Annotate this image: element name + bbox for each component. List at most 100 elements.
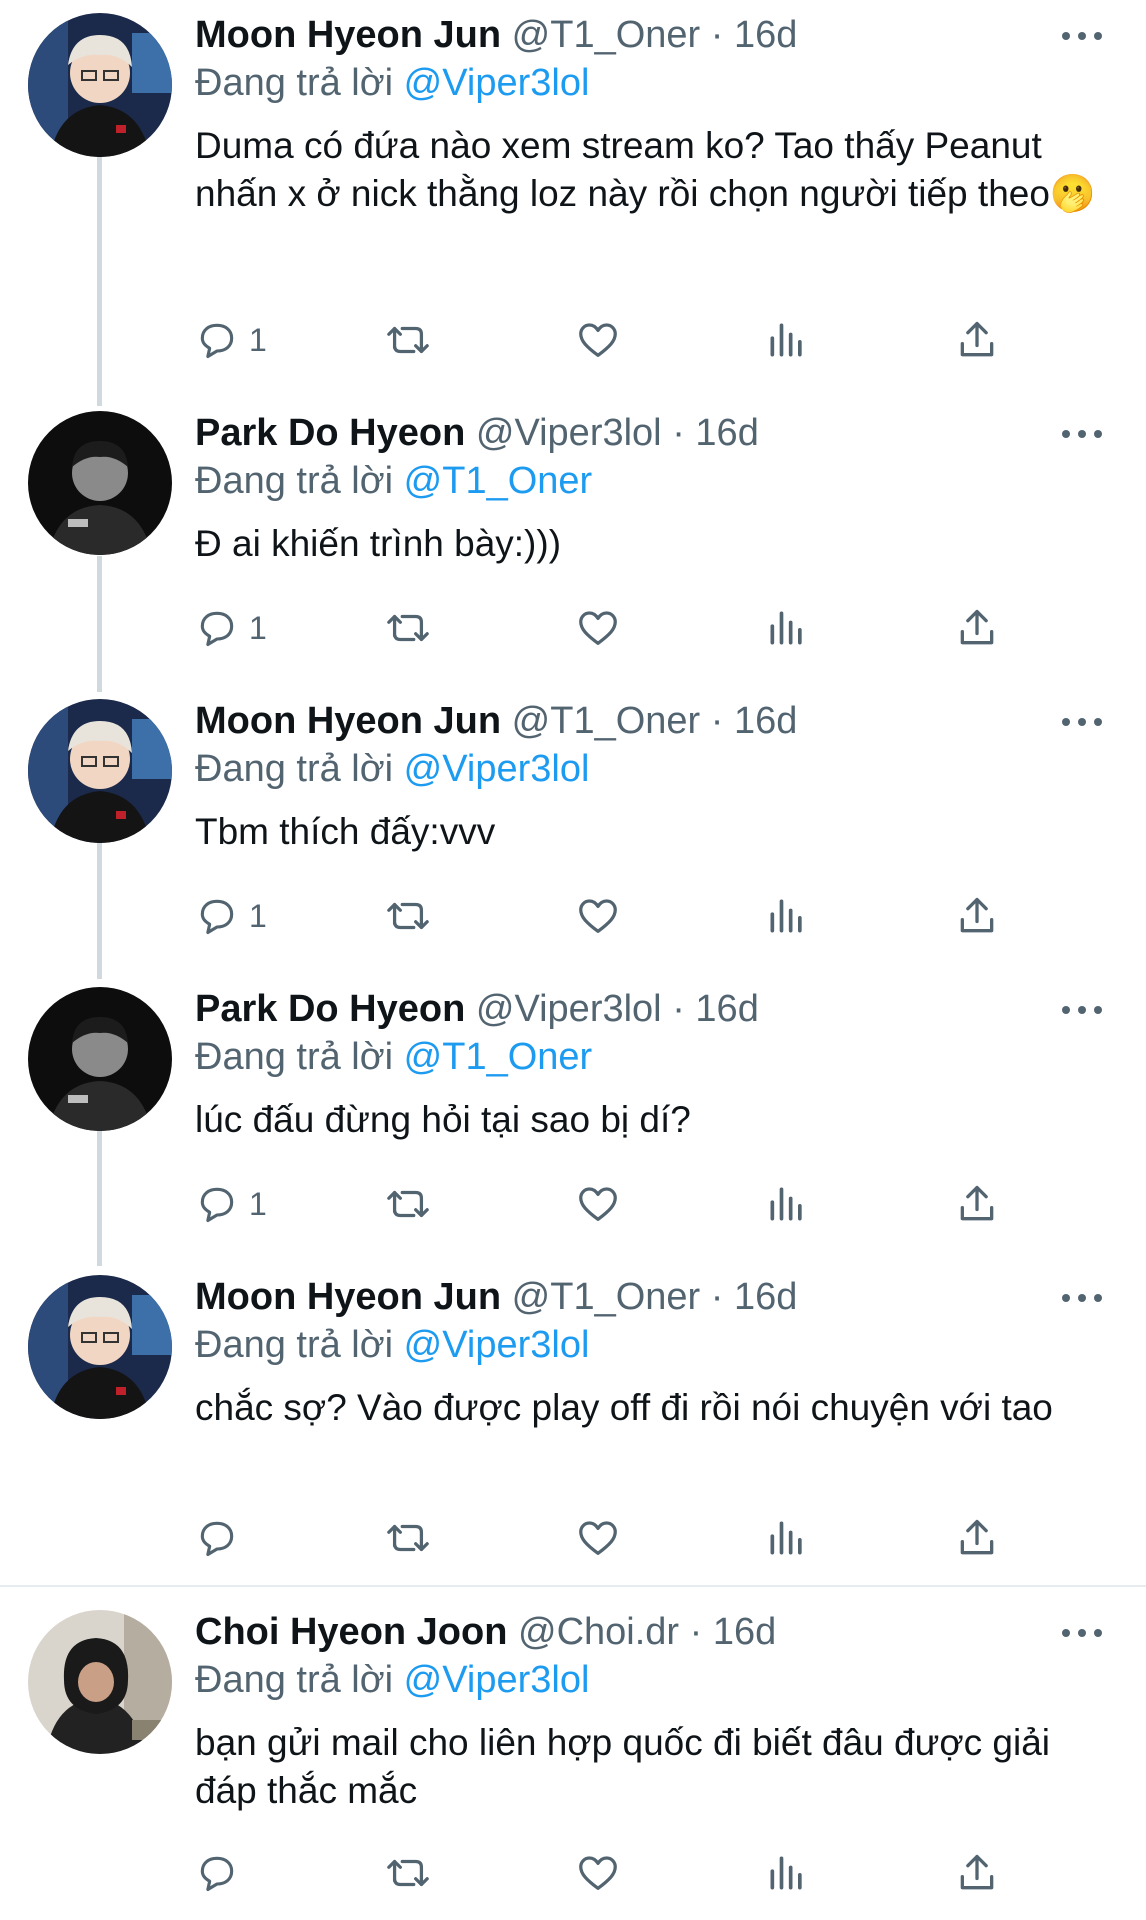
tweet-text: chắc sợ? Vào được play off đi rồi nói ch…: [195, 1387, 1053, 1428]
share-button[interactable]: [955, 1174, 999, 1234]
timestamp[interactable]: 16d: [734, 1276, 797, 1318]
retweet-button[interactable]: [385, 1843, 431, 1903]
reply-button[interactable]: [195, 1508, 249, 1568]
retweet-icon: [387, 902, 429, 930]
views-button[interactable]: [765, 598, 809, 658]
replying-prefix: Đang trả lời: [195, 1659, 394, 1701]
avatar[interactable]: [28, 987, 172, 1131]
reply-button[interactable]: 1: [195, 310, 267, 370]
user-handle[interactable]: @T1_Oner: [512, 1276, 701, 1318]
mention-link[interactable]: @Viper3lol: [404, 1324, 590, 1366]
more-icon[interactable]: [1060, 1276, 1104, 1316]
retweet-button[interactable]: [385, 886, 431, 946]
like-button[interactable]: [575, 598, 621, 658]
retweet-button[interactable]: [385, 598, 431, 658]
replying-prefix: Đang trả lời: [195, 460, 394, 502]
tweet[interactable]: Moon Hyeon Jun @T1_Oner · 16d Đang trả l…: [0, 686, 1146, 976]
views-icon: [770, 1521, 802, 1555]
timestamp[interactable]: 16d: [713, 1611, 776, 1653]
views-button[interactable]: [765, 310, 809, 370]
reply-button[interactable]: 1: [195, 886, 267, 946]
more-icon[interactable]: [1060, 700, 1104, 740]
avatar[interactable]: [28, 13, 172, 157]
display-name[interactable]: Choi Hyeon Joon: [195, 1611, 507, 1653]
mention-link[interactable]: @Viper3lol: [404, 62, 590, 104]
reply-icon: [200, 1856, 234, 1892]
tweet-text: bạn gửi mail cho liên hợp quốc đi biết đ…: [195, 1722, 1051, 1811]
display-name[interactable]: Moon Hyeon Jun: [195, 14, 501, 56]
user-handle[interactable]: @T1_Oner: [512, 14, 701, 56]
like-button[interactable]: [575, 1508, 621, 1568]
timestamp[interactable]: 16d: [734, 14, 797, 56]
mention-link[interactable]: @Viper3lol: [404, 1659, 590, 1701]
avatar[interactable]: [28, 411, 172, 555]
display-name[interactable]: Moon Hyeon Jun: [195, 1276, 501, 1318]
mention-link[interactable]: @Viper3lol: [404, 748, 590, 790]
action-bar: 1: [195, 886, 1055, 946]
mention-link[interactable]: @T1_Oner: [404, 460, 593, 502]
share-button[interactable]: [955, 598, 999, 658]
share-button[interactable]: [955, 310, 999, 370]
avatar[interactable]: [28, 1610, 172, 1754]
mention-link[interactable]: @T1_Oner: [404, 1036, 593, 1078]
replying-prefix: Đang trả lời: [195, 62, 394, 104]
more-icon[interactable]: [1060, 988, 1104, 1028]
more-icon[interactable]: [1060, 1611, 1104, 1651]
user-handle[interactable]: @Viper3lol: [476, 412, 662, 454]
more-icon[interactable]: [1060, 412, 1104, 452]
more-icon[interactable]: [1060, 14, 1104, 54]
views-button[interactable]: [765, 1174, 809, 1234]
retweet-button[interactable]: [385, 310, 431, 370]
timestamp[interactable]: 16d: [734, 700, 797, 742]
tweet-header: Park Do Hyeon @Viper3lol · 16d: [195, 986, 759, 1032]
views-button[interactable]: [765, 1508, 809, 1568]
views-button[interactable]: [765, 886, 809, 946]
separator-dot: ·: [672, 988, 685, 1030]
tweet-text: lúc đấu đừng hỏi tại sao bị dí?: [195, 1099, 691, 1140]
like-button[interactable]: [575, 886, 621, 946]
timestamp[interactable]: 16d: [695, 988, 758, 1030]
tweet-text: Tbm thích đấy:vvv: [195, 811, 496, 852]
reply-button[interactable]: [195, 1843, 249, 1903]
replying-to: Đang trả lời @Viper3lol: [195, 1657, 589, 1703]
avatar[interactable]: [28, 699, 172, 843]
tweet-text: Đ ai khiến trình bày:))): [195, 523, 562, 564]
retweet-button[interactable]: [385, 1508, 431, 1568]
replying-prefix: Đang trả lời: [195, 1036, 394, 1078]
reply-button[interactable]: 1: [195, 1174, 267, 1234]
share-button[interactable]: [955, 886, 999, 946]
reply-count: 1: [249, 321, 267, 358]
reply-count: 1: [249, 1185, 267, 1222]
share-icon: [960, 1185, 994, 1221]
user-handle[interactable]: @Choi.dr: [518, 1611, 679, 1653]
timestamp[interactable]: 16d: [695, 412, 758, 454]
tweet[interactable]: Moon Hyeon Jun @T1_Oner · 16d Đang trả l…: [0, 0, 1146, 390]
display-name[interactable]: Park Do Hyeon: [195, 412, 465, 454]
views-icon: [770, 1856, 802, 1890]
display-name[interactable]: Moon Hyeon Jun: [195, 700, 501, 742]
display-name[interactable]: Park Do Hyeon: [195, 988, 465, 1030]
retweet-icon: [387, 1524, 429, 1552]
tweet[interactable]: Park Do Hyeon @Viper3lol · 16d Đang trả …: [0, 398, 1146, 688]
tweet[interactable]: Park Do Hyeon @Viper3lol · 16d Đang trả …: [0, 974, 1146, 1264]
like-button[interactable]: [575, 1843, 621, 1903]
action-bar: [195, 1843, 1055, 1903]
like-icon: [579, 1187, 617, 1221]
separator-dot: ·: [672, 412, 685, 454]
user-handle[interactable]: @Viper3lol: [476, 988, 662, 1030]
separator-dot: ·: [710, 14, 724, 56]
share-button[interactable]: [955, 1508, 999, 1568]
avatar[interactable]: [28, 1275, 172, 1419]
share-button[interactable]: [955, 1843, 999, 1903]
views-button[interactable]: [765, 1843, 809, 1903]
retweet-button[interactable]: [385, 1174, 431, 1234]
user-handle[interactable]: @T1_Oner: [512, 700, 701, 742]
like-button[interactable]: [575, 310, 621, 370]
reply-count: 1: [249, 897, 267, 934]
reply-button[interactable]: 1: [195, 598, 267, 658]
tweet[interactable]: Moon Hyeon Jun @T1_Oner · 16d Đang trả l…: [0, 1262, 1146, 1582]
tweet[interactable]: Choi Hyeon Joon @Choi.dr · 16d Đang trả …: [0, 1597, 1146, 1920]
like-button[interactable]: [575, 1174, 621, 1234]
retweet-icon: [387, 1859, 429, 1887]
replying-to: Đang trả lời @Viper3lol: [195, 746, 589, 792]
